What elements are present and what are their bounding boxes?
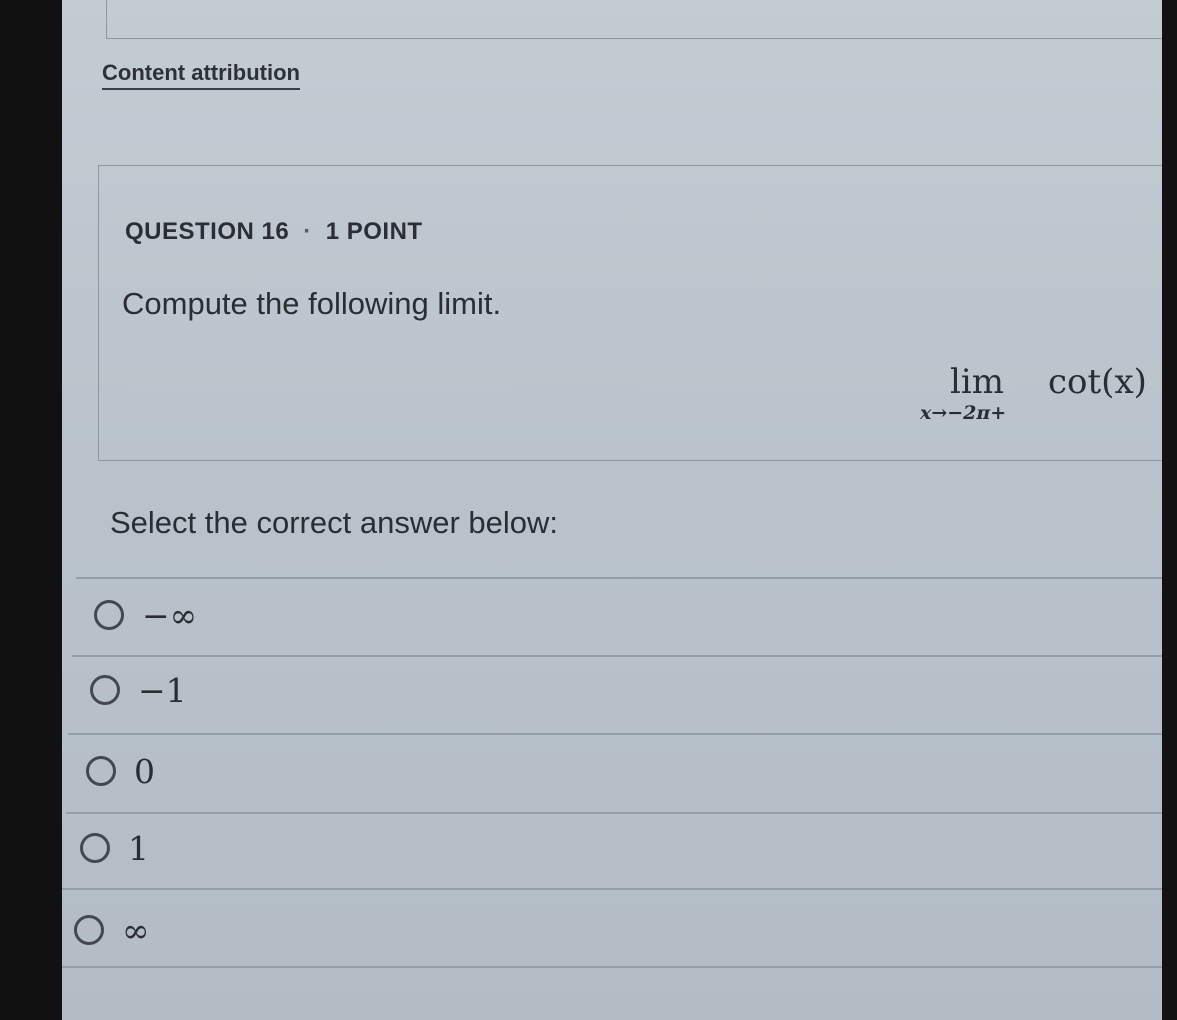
answer-option-label: −1 [138,670,187,710]
answer-option[interactable]: −∞ [94,585,197,645]
radio-button[interactable] [94,600,124,630]
radio-button[interactable] [86,756,116,786]
answer-option-label: −∞ [142,595,198,635]
divider [68,733,1162,735]
question-header: QUESTION 16 · 1 POINT [125,218,423,246]
answer-option[interactable]: −1 [90,660,187,720]
page: Content attribution QUESTION 16 · 1 POINT … [62,0,1169,1020]
divider [62,966,1162,968]
question-points: 1 POINT [325,218,423,245]
screen-edge [1162,0,1177,1020]
answer-option-label: 0 [134,751,155,791]
limit-function: cot(x) [1048,362,1147,402]
content-attribution-link[interactable]: Content attribution [102,60,300,90]
answer-option[interactable]: 1 [80,818,149,878]
previous-question-card [106,0,1167,39]
question-prompt: Compute the following limit. [122,286,502,321]
answer-option[interactable]: 0 [86,741,155,801]
limit-expression: lim x→−2π+ cot(x) [920,362,1160,432]
question-number: QUESTION 16 [125,218,290,245]
limit-subscript: x→−2π+ [920,402,1007,424]
divider [66,812,1162,814]
answer-option-label: 1 [128,828,149,868]
answer-option[interactable]: ∞ [74,900,150,960]
divider [76,577,1162,579]
radio-button[interactable] [80,833,110,863]
divider [72,655,1162,657]
answer-option-label: ∞ [122,910,150,950]
radio-button[interactable] [74,915,104,945]
answer-instruction: Select the correct answer below: [110,505,558,540]
radio-button[interactable] [90,675,120,705]
divider [62,888,1162,890]
limit-operator: lim [950,362,1004,402]
separator-dot: · [303,218,312,245]
